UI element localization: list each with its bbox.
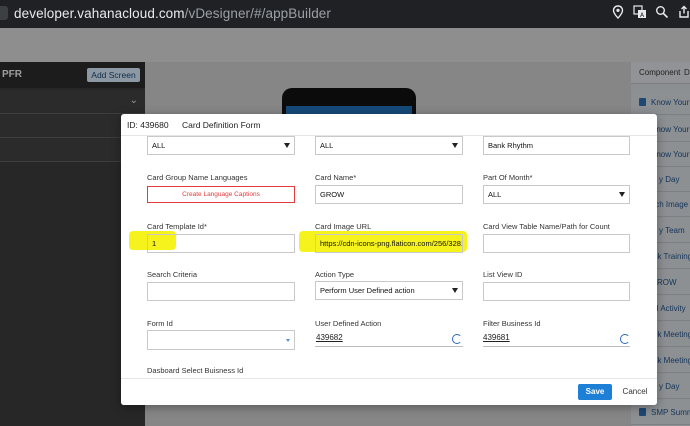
row0-input-3[interactable]: Bank Rhythm	[483, 136, 630, 155]
chevron-down-icon	[286, 339, 290, 342]
form-id-label: Form Id	[147, 319, 173, 328]
share-icon[interactable]	[675, 5, 690, 21]
chevron-down-icon	[619, 192, 625, 197]
save-button[interactable]: Save	[578, 384, 612, 400]
card-group-name-languages-label: Card Group Name Languages	[147, 173, 248, 182]
user-defined-action-label: User Defined Action	[315, 319, 382, 328]
card-template-id-input[interactable]: 1	[147, 234, 295, 253]
chevron-down-icon	[452, 143, 458, 148]
card-name-input[interactable]: GROW	[315, 185, 463, 204]
create-language-captions-button[interactable]: Create Language Captions	[147, 186, 295, 203]
list-view-id-input[interactable]	[483, 282, 630, 301]
zoom-icon[interactable]	[654, 5, 670, 21]
row0-select-1[interactable]: ALL	[147, 136, 295, 155]
browser-address-bar: developer.vahanacloud.com/vDesigner/#/ap…	[0, 0, 690, 28]
dashboard-select-business-id-label: Dasboard Select Buisness Id	[147, 366, 244, 375]
row0-select-2[interactable]: ALL	[315, 136, 463, 155]
action-type-select[interactable]: Perform User Defined action	[315, 281, 463, 300]
user-defined-action-value[interactable]: 439682	[316, 333, 343, 342]
refresh-icon[interactable]	[620, 334, 630, 344]
part-of-month-select[interactable]: ALL	[483, 185, 630, 204]
filter-business-id-value[interactable]: 439681	[483, 333, 510, 342]
card-definition-modal: ID: 439680 Card Definition Form ALL ALL …	[121, 114, 657, 405]
action-type-label: Action Type	[315, 270, 355, 279]
filter-business-id-label: Filter Business Id	[483, 319, 541, 328]
chevron-down-icon	[452, 288, 458, 293]
url-text[interactable]: developer.vahanacloud.com/vDesigner/#/ap…	[14, 6, 331, 21]
card-template-id-label: Card Template Id*	[147, 222, 207, 231]
modal-title: Card Definition Form	[182, 120, 261, 130]
chevron-down-icon	[284, 143, 290, 148]
field-underline	[315, 346, 463, 347]
card-name-label: Card Name*	[315, 173, 357, 182]
field-underline	[483, 346, 630, 347]
card-view-table-input[interactable]	[483, 234, 630, 253]
part-of-month-label: Part Of Month*	[483, 173, 533, 182]
cancel-button[interactable]: Cancel	[618, 384, 652, 400]
search-criteria-label: Search Criteria	[147, 270, 198, 279]
card-image-url-label: Card Image URL	[315, 222, 372, 231]
form-id-select[interactable]	[147, 330, 295, 350]
location-icon[interactable]	[610, 5, 626, 21]
url-host: developer.vahanacloud.com	[14, 6, 185, 21]
card-image-url-input[interactable]: https://cdn-icons-png.flaticon.com/256/3…	[315, 234, 463, 253]
card-view-table-label: Card View Table Name/Path for Count	[483, 222, 610, 231]
translate-icon[interactable]: A	[632, 5, 648, 21]
site-info-icon[interactable]	[0, 6, 8, 20]
modal-footer: Save Cancel	[121, 378, 657, 405]
list-view-id-label: List View ID	[483, 270, 523, 279]
modal-header: ID: 439680 Card Definition Form	[121, 114, 657, 136]
record-id: ID: 439680	[127, 120, 169, 130]
search-criteria-input[interactable]	[147, 282, 295, 301]
url-path: /vDesigner/#/appBuilder	[184, 6, 332, 21]
refresh-icon[interactable]	[452, 334, 462, 344]
